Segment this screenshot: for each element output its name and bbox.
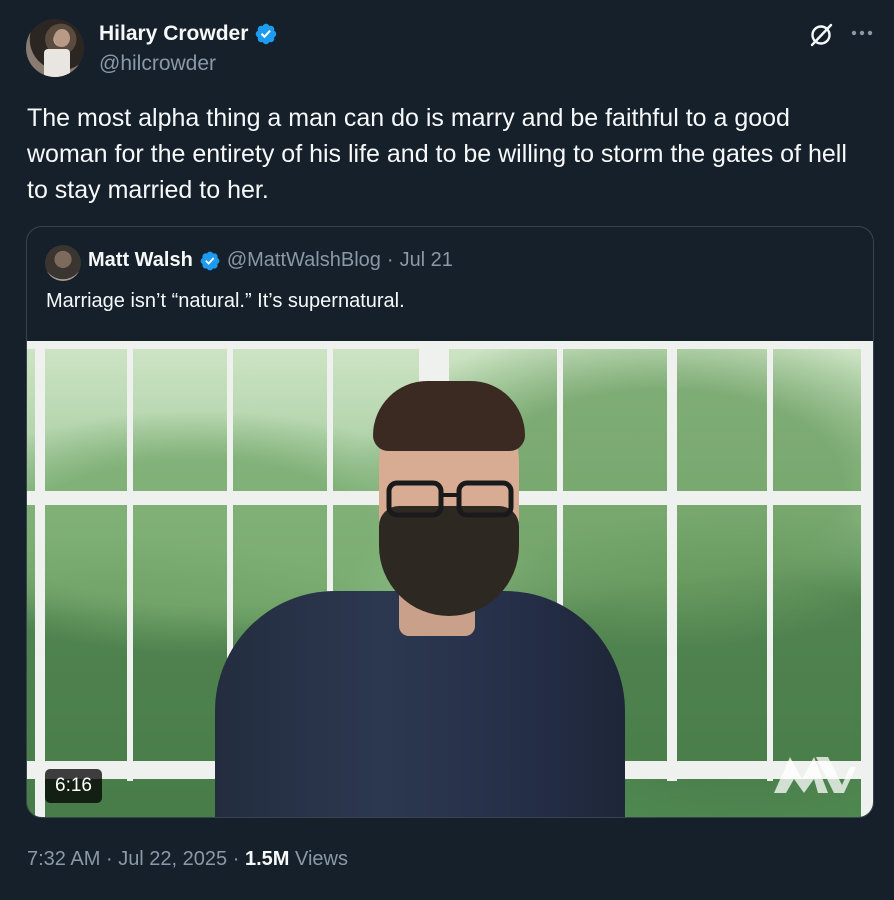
views-count[interactable]: 1.5M xyxy=(245,848,289,870)
tweet-meta: 7:32 AM · Jul 22, 2025 · 1.5M Views xyxy=(27,848,348,871)
author-handle[interactable]: @hilcrowder xyxy=(99,52,216,76)
verified-badge-icon xyxy=(200,251,220,270)
author-avatar[interactable] xyxy=(26,19,84,77)
window-frame xyxy=(127,341,133,781)
separator-dot: · xyxy=(105,848,113,870)
quoted-author-display-name[interactable]: Matt Walsh xyxy=(88,249,193,272)
person-hair xyxy=(373,381,525,451)
quoted-tweet-text: Marriage isn’t “natural.” It’s supernatu… xyxy=(46,290,405,312)
quoted-tweet-date[interactable]: Jul 21 xyxy=(400,249,453,272)
quoted-author-avatar[interactable] xyxy=(45,245,81,281)
verified-badge-icon xyxy=(256,23,277,45)
video-duration-badge: 6:16 xyxy=(45,769,102,803)
author-display-name[interactable]: Hilary Crowder xyxy=(99,22,248,46)
quoted-tweet[interactable]: Matt Walsh @MattWalshBlog · Jul 21 Marri… xyxy=(26,226,874,818)
window-frame xyxy=(767,341,773,781)
tweet-text: The most alpha thing a man can do is mar… xyxy=(27,104,847,204)
quoted-author-handle[interactable]: @MattWalshBlog xyxy=(227,249,381,272)
window-frame xyxy=(35,341,45,817)
views-label: Views xyxy=(295,848,348,870)
quoted-video[interactable]: 6:16 xyxy=(27,341,873,817)
separator-dot: · xyxy=(232,848,240,870)
separator-dot: · xyxy=(386,249,394,271)
quoted-tweet-header: Matt Walsh @MattWalshBlog · Jul 21 xyxy=(88,249,453,272)
grok-icon[interactable] xyxy=(808,22,834,48)
glasses xyxy=(386,480,514,518)
window-frame xyxy=(667,341,677,781)
tweet-time[interactable]: 7:32 AM xyxy=(27,848,100,870)
window-frame xyxy=(861,341,873,817)
more-horizontal-icon[interactable] xyxy=(848,22,876,44)
window-frame xyxy=(27,341,873,349)
tweet-date[interactable]: Jul 22, 2025 xyxy=(118,848,227,870)
author-name-row: Hilary Crowder xyxy=(99,20,278,48)
tweet: Hilary Crowder @hilcrowder The most alph… xyxy=(0,0,894,900)
watermark-logo-icon xyxy=(774,757,856,793)
